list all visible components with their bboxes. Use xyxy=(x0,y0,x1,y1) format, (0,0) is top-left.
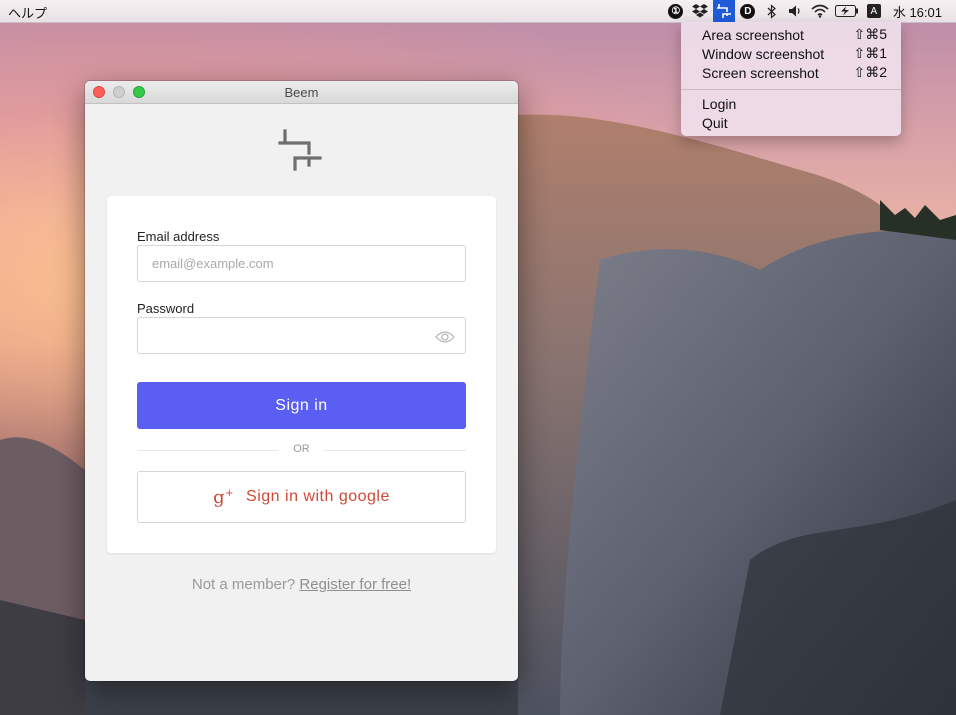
sign-in-button[interactable]: Sign in xyxy=(137,382,466,429)
window-title: Beem xyxy=(284,85,319,100)
menu-item-screen-screenshot[interactable]: Screen screenshot ⇧⌘2 xyxy=(702,63,887,82)
menu-item-label: Screen screenshot xyxy=(702,64,819,81)
email-label: Email address xyxy=(137,229,220,244)
bluetooth-icon[interactable] xyxy=(761,0,783,22)
google-sign-in-button[interactable]: g+ Sign in with google xyxy=(137,471,466,523)
d-icon[interactable]: D xyxy=(737,0,759,22)
menu-item-shortcut: ⇧⌘5 xyxy=(853,26,887,42)
menu-bar: ヘルプ ① D A 水 16:01 xyxy=(0,0,956,23)
volume-icon[interactable] xyxy=(785,0,807,22)
menu-item-label: Login xyxy=(702,95,737,112)
menu-item-label: Window screenshot xyxy=(702,45,825,62)
show-password-eye-icon[interactable] xyxy=(435,330,455,344)
beem-logo-icon xyxy=(278,129,322,171)
member-text: Not a member? xyxy=(191,576,296,593)
menu-clock[interactable]: 水 16:01 xyxy=(893,2,942,21)
menu-item-label: Area screenshot xyxy=(702,26,804,43)
dropbox-icon[interactable] xyxy=(689,0,711,22)
menu-item-shortcut: ⇧⌘1 xyxy=(853,45,887,61)
menu-separator xyxy=(681,89,901,90)
menu-item-window-screenshot[interactable]: Window screenshot ⇧⌘1 xyxy=(702,44,887,63)
wifi-icon[interactable] xyxy=(809,0,831,22)
register-prompt: Not a member? Register for free! xyxy=(85,576,518,593)
password-label: Password xyxy=(137,301,195,316)
window-titlebar[interactable]: Beem xyxy=(85,81,518,104)
menu-item-login[interactable]: Login xyxy=(702,94,887,113)
menu-item-label: Quit xyxy=(702,114,728,131)
input-source-icon[interactable]: A xyxy=(863,0,885,22)
google-sign-in-label: Sign in with google xyxy=(246,488,390,505)
beem-crop-icon[interactable] xyxy=(712,0,735,22)
password-field[interactable] xyxy=(137,317,466,354)
onepassword-icon[interactable]: ① xyxy=(665,0,687,22)
status-tray: ① D A 水 16:01 xyxy=(663,0,956,22)
email-field[interactable] xyxy=(137,245,466,282)
or-text: OR xyxy=(293,443,310,455)
menu-help[interactable]: ヘルプ xyxy=(8,3,47,22)
register-link[interactable]: Register for free! xyxy=(299,576,411,593)
beem-tray-menu: Area screenshot ⇧⌘5 Window screenshot ⇧⌘… xyxy=(681,22,901,136)
google-plus-icon: g+ xyxy=(213,486,235,508)
login-card: Email address Password Sign in OR g+ Sig… xyxy=(107,196,496,553)
menu-item-shortcut: ⇧⌘2 xyxy=(853,64,887,80)
menu-item-quit[interactable]: Quit xyxy=(702,113,887,132)
beem-login-window: Beem Email address Password Sign in OR g… xyxy=(85,81,518,681)
menu-item-area-screenshot[interactable]: Area screenshot ⇧⌘5 xyxy=(702,25,887,44)
battery-icon[interactable] xyxy=(833,0,861,22)
